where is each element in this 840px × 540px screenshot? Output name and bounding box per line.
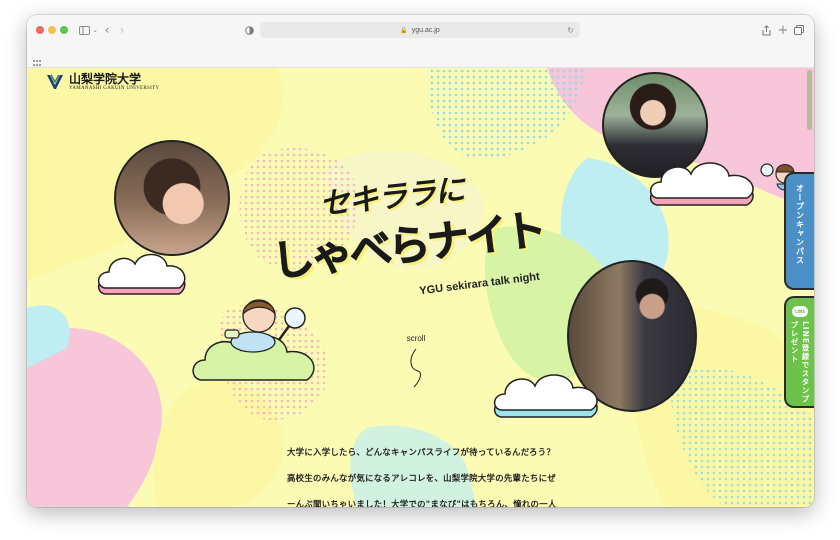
logo-mark-icon — [47, 74, 63, 89]
open-campus-tab[interactable]: オープンキャンパス — [784, 172, 814, 290]
privacy-shield-icon[interactable] — [243, 21, 255, 39]
student-photo-left — [114, 140, 230, 256]
forward-arrow-icon[interactable]: › — [116, 21, 128, 39]
cloud-top-right — [649, 162, 754, 206]
close-window-button[interactable] — [36, 26, 44, 34]
intro-line-1: 大学に入学したら、どんなキャンパスライフが待っているんだろう？ — [287, 447, 555, 457]
bookmarks-bar — [27, 45, 814, 68]
reload-icon[interactable]: ↻ — [567, 26, 574, 35]
page-content: 山梨学院大学 YAMANASHI GAKUIN UNIVERSITY セキララに… — [27, 68, 814, 507]
url-text: ygu.ac.jp — [411, 26, 440, 34]
scroll-indicator[interactable]: scroll — [401, 334, 431, 393]
logo-english: YAMANASHI GAKUIN UNIVERSITY — [69, 86, 160, 91]
share-icon[interactable] — [760, 21, 772, 39]
back-arrow-icon[interactable]: ‹ — [101, 21, 113, 39]
university-logo[interactable]: 山梨学院大学 YAMANASHI GAKUIN UNIVERSITY — [45, 72, 159, 92]
lock-icon: 🔒 — [400, 27, 408, 34]
new-tab-icon[interactable]: + — [777, 21, 789, 39]
hero-title: セキララに しゃべらナイト YGU sekirara talk night — [269, 172, 581, 302]
page-scrollbar[interactable] — [807, 70, 812, 130]
cloud-bottom-right — [493, 374, 598, 418]
browser-toolbar: ⌄ ‹ › 🔒 ygu.ac.jp ↻ + — [27, 15, 814, 45]
address-bar[interactable]: 🔒 ygu.ac.jp ↻ — [260, 22, 580, 38]
scroll-label: scroll — [406, 334, 426, 343]
intro-line-2: 高校生のみんなが気になるアレコレを、山梨学院大学の先輩たちにぜ — [287, 473, 556, 483]
intro-line-3: ーんぶ聞いちゃいました！大学での"まなび"はもちろん、憧れの一人 — [287, 499, 557, 507]
open-campus-label: オープンキャンパス — [795, 184, 805, 265]
minimize-window-button[interactable] — [48, 26, 56, 34]
scroll-line-icon — [410, 348, 421, 388]
cloud-left — [97, 253, 186, 295]
logo-japanese: 山梨学院大学 — [69, 72, 142, 86]
hero-subtitle: YGU sekirara talk night — [418, 270, 541, 298]
line-bubble-icon: LINE — [792, 306, 808, 317]
chevron-down-icon[interactable]: ⌄ — [91, 21, 99, 39]
line-stamp-tab[interactable]: LINE LINE登録でスタンププレゼント — [784, 296, 814, 408]
tab-overview-icon[interactable] — [793, 21, 805, 39]
line-stamp-label: LINE登録でスタンププレゼント — [790, 321, 810, 404]
browser-window: ⌄ ‹ › 🔒 ygu.ac.jp ↻ + 山梨学院大学 YAMANASHI G… — [27, 15, 814, 507]
sidebar-toggle-icon[interactable] — [77, 21, 91, 39]
zoom-window-button[interactable] — [60, 26, 68, 34]
